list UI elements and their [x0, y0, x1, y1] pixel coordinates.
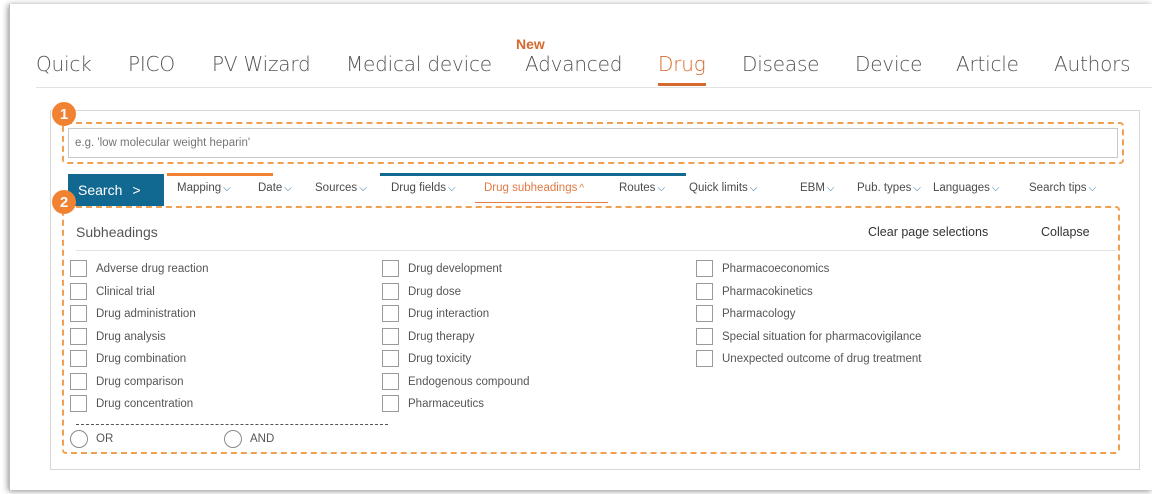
chevron-down-icon: ⌵	[657, 183, 666, 194]
checkbox-drug-development[interactable]: Drug development	[382, 260, 502, 277]
chevron-down-icon: ⌵	[913, 183, 921, 194]
checkbox-drug-concentration[interactable]: Drug concentration	[70, 395, 193, 412]
tab-pico[interactable]: PICO	[128, 52, 175, 76]
checkbox-drug-dose[interactable]: Drug dose	[382, 283, 461, 300]
checkbox-pharmacoeconomics[interactable]: Pharmacoeconomics	[696, 260, 829, 277]
checkbox[interactable]	[696, 328, 713, 345]
chevron-right-icon: >	[132, 182, 141, 198]
filter-pub-types[interactable]: Pub. types ⌵	[857, 182, 921, 194]
filter-routes[interactable]: Routes ⌵	[619, 182, 665, 194]
checkbox[interactable]	[382, 395, 399, 412]
checkbox-drug-therapy[interactable]: Drug therapy	[382, 328, 474, 345]
filter-group-bar-blue	[380, 173, 686, 176]
tab-article[interactable]: Article	[956, 52, 1019, 76]
filter-languages[interactable]: Languages ⌵	[933, 182, 1000, 194]
operator-divider	[76, 424, 388, 425]
checkbox[interactable]	[382, 260, 399, 277]
callout-badge-2: 2	[52, 190, 76, 214]
filter-date[interactable]: Date ⌵	[258, 182, 292, 194]
tab-medical-device[interactable]: Medical device	[346, 52, 492, 76]
checkbox[interactable]	[382, 283, 399, 300]
checkbox-adverse-drug-reaction[interactable]: Adverse drug reaction	[70, 260, 209, 277]
checkbox[interactable]	[70, 283, 87, 300]
checkbox[interactable]	[696, 260, 713, 277]
checkbox[interactable]	[382, 350, 399, 367]
callout-badge-1: 1	[52, 102, 76, 126]
chevron-down-icon: ⌵	[447, 183, 456, 194]
checkbox[interactable]	[696, 283, 713, 300]
filter-quick-limits[interactable]: Quick limits ⌵	[689, 182, 757, 194]
checkbox[interactable]	[382, 305, 399, 322]
chevron-down-icon: ⌵	[749, 183, 758, 194]
tab-device[interactable]: Device	[855, 52, 922, 76]
chevron-up-icon: ^	[579, 183, 585, 194]
checkbox-unexpected-outcome[interactable]: Unexpected outcome of drug treatment	[696, 350, 921, 367]
filter-drug-subheadings[interactable]: Drug subheadings ^	[484, 182, 584, 194]
clear-page-selections-link[interactable]: Clear page selections	[868, 225, 988, 239]
radio-or[interactable]: OR	[70, 430, 113, 448]
search-type-tabs: New Quick PICO PV Wizard Medical device …	[36, 36, 1152, 88]
checkbox-special-situation-pharmacovigilance[interactable]: Special situation for pharmacovigilance	[696, 328, 921, 345]
filter-mapping[interactable]: Mapping ⌵	[177, 182, 231, 194]
new-badge: New	[516, 36, 545, 52]
tab-pv-wizard[interactable]: PV Wizard	[212, 52, 311, 76]
filter-search-tips[interactable]: Search tips ⌵	[1029, 182, 1096, 194]
checkbox[interactable]	[70, 350, 87, 367]
chevron-down-icon: ⌵	[359, 183, 367, 194]
checkbox-pharmaceutics[interactable]: Pharmaceutics	[382, 395, 484, 412]
search-input[interactable]	[68, 128, 1118, 158]
checkbox-drug-analysis[interactable]: Drug analysis	[70, 328, 166, 345]
filter-group-bar-orange	[167, 173, 273, 176]
divider	[76, 250, 1116, 251]
checkbox-drug-interaction[interactable]: Drug interaction	[382, 305, 489, 322]
collapse-link[interactable]: Collapse	[1041, 225, 1090, 239]
chevron-down-icon: ⌵	[223, 183, 231, 194]
chevron-down-icon: ⌵	[826, 183, 835, 194]
checkbox-drug-comparison[interactable]: Drug comparison	[70, 373, 184, 390]
filter-drug-fields[interactable]: Drug fields ⌵	[391, 182, 456, 194]
tab-drug[interactable]: Drug	[658, 52, 706, 86]
search-button[interactable]: Search >	[68, 174, 164, 206]
checkbox[interactable]	[70, 328, 87, 345]
checkbox[interactable]	[70, 305, 87, 322]
tab-quick[interactable]: Quick	[36, 52, 92, 76]
radio-button[interactable]	[224, 430, 242, 448]
checkbox-pharmacokinetics[interactable]: Pharmacokinetics	[696, 283, 813, 300]
radio-button[interactable]	[70, 430, 88, 448]
callout-box-subheadings	[62, 206, 1120, 454]
checkbox[interactable]	[696, 305, 713, 322]
checkbox[interactable]	[696, 350, 713, 367]
checkbox-drug-administration[interactable]: Drug administration	[70, 305, 196, 322]
checkbox-clinical-trial[interactable]: Clinical trial	[70, 283, 155, 300]
checkbox-drug-toxicity[interactable]: Drug toxicity	[382, 350, 471, 367]
checkbox-drug-combination[interactable]: Drug combination	[70, 350, 186, 367]
chevron-down-icon: ⌵	[284, 183, 292, 194]
radio-and[interactable]: AND	[224, 430, 274, 448]
tab-authors[interactable]: Authors	[1054, 52, 1131, 76]
active-filter-underline	[475, 202, 608, 203]
checkbox-endogenous-compound[interactable]: Endogenous compound	[382, 373, 530, 390]
app-window: New Quick PICO PV Wizard Medical device …	[9, 4, 1152, 490]
checkbox[interactable]	[382, 328, 399, 345]
checkbox[interactable]	[382, 373, 399, 390]
checkbox[interactable]	[70, 395, 87, 412]
filter-sources[interactable]: Sources ⌵	[315, 182, 367, 194]
checkbox[interactable]	[70, 260, 87, 277]
filter-ebm[interactable]: EBM ⌵	[800, 182, 835, 194]
checkbox-pharmacology[interactable]: Pharmacology	[696, 305, 796, 322]
subheadings-title: Subheadings	[76, 224, 158, 240]
tab-disease[interactable]: Disease	[742, 52, 819, 76]
search-button-label: Search	[78, 182, 123, 198]
chevron-down-icon: ⌵	[991, 183, 1000, 194]
checkbox[interactable]	[70, 373, 87, 390]
tab-advanced[interactable]: Advanced	[525, 52, 622, 76]
chevron-down-icon: ⌵	[1088, 183, 1097, 194]
